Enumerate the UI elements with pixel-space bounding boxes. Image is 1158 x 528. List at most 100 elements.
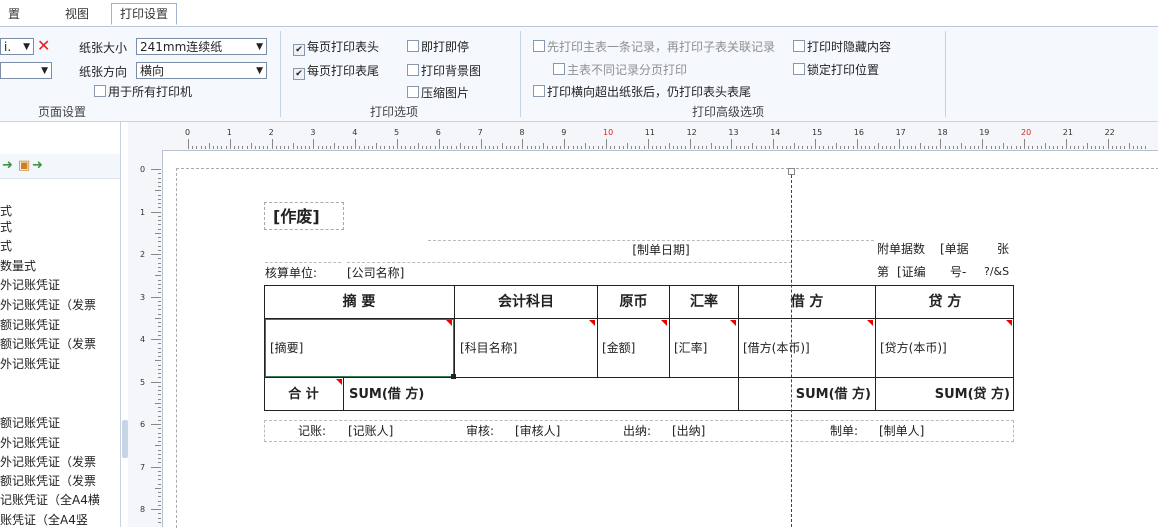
ruler-number: 4 bbox=[140, 335, 146, 344]
total-debit-field[interactable]: SUM(借 方) bbox=[739, 378, 871, 411]
template-list-item[interactable]: 账凭证（全A4竖 bbox=[0, 511, 88, 528]
cashier-field[interactable]: [出纳] bbox=[672, 421, 772, 441]
ruler-tick bbox=[522, 139, 524, 149]
tab-settings[interactable]: 置 bbox=[0, 4, 28, 24]
compress-image-label: 压缩图片 bbox=[421, 86, 470, 100]
ruler-tick bbox=[534, 146, 536, 149]
org-name-field[interactable]: [公司名称] bbox=[347, 262, 792, 283]
ruler-tick bbox=[672, 146, 674, 149]
template-list-item[interactable]: 式 bbox=[0, 237, 12, 254]
rate-field[interactable]: [汇率] bbox=[674, 319, 737, 377]
debit-field[interactable]: [借方(本币)] bbox=[743, 319, 874, 377]
close-icon[interactable]: ✕ bbox=[37, 36, 50, 55]
tab-view[interactable]: 视图 bbox=[57, 4, 97, 24]
template-list-item[interactable]: 外记账凭证 bbox=[0, 276, 60, 293]
guide-handle[interactable] bbox=[788, 168, 795, 175]
ruler-tick bbox=[823, 146, 825, 149]
ruler-tick bbox=[1032, 146, 1034, 149]
template-list-item[interactable]: 额记账凭证 bbox=[0, 316, 60, 333]
template-list-item[interactable]: 记账凭证（全A4横 bbox=[0, 491, 100, 508]
ruler-number: 8 bbox=[519, 128, 525, 137]
ruler-tick bbox=[1145, 146, 1147, 149]
bookkeeper-field[interactable]: [记账人] bbox=[348, 421, 448, 441]
expression-marker-icon bbox=[730, 320, 736, 326]
ruler-tick bbox=[1120, 146, 1122, 149]
template-list-item[interactable]: 外记账凭证（发票 bbox=[0, 453, 96, 470]
ruler-tick bbox=[158, 436, 161, 438]
total-amount-text[interactable]: SUM(借 方) bbox=[349, 378, 549, 411]
ruler-tick bbox=[576, 146, 578, 149]
partial-select[interactable]: i. ▼ bbox=[0, 38, 34, 55]
maker-field[interactable]: [制单人] bbox=[879, 421, 999, 441]
auditor-label: 审核: bbox=[466, 424, 495, 438]
ruler-tick bbox=[743, 146, 745, 149]
ruler-tick bbox=[158, 385, 161, 387]
template-list-item[interactable]: 式 bbox=[0, 202, 12, 219]
ruler-tick bbox=[155, 360, 161, 362]
ruler-tick bbox=[831, 146, 833, 149]
footer-each-page-checkbox[interactable]: ✔ 每页打印表尾 bbox=[293, 62, 379, 80]
ruler-tick bbox=[1003, 143, 1005, 149]
ruler-tick bbox=[158, 411, 161, 413]
ruler-tick bbox=[151, 339, 161, 340]
no-page-split-checkbox[interactable]: 主表不同记录分页打印 bbox=[553, 61, 687, 78]
ruler-tick bbox=[923, 146, 925, 149]
paper-direction-select[interactable]: 横向 ▼ bbox=[136, 62, 267, 79]
make-date-field[interactable]: [制单日期] bbox=[428, 240, 874, 258]
ruler-tick bbox=[689, 139, 691, 149]
tab-print-settings[interactable]: 打印设置 bbox=[111, 3, 178, 25]
auditor-field[interactable]: [审核人] bbox=[515, 421, 591, 441]
secondary-select[interactable]: ▼ bbox=[0, 62, 52, 79]
all-printers-label: 用于所有打印机 bbox=[108, 85, 193, 99]
footer-each-page-label: 每页打印表尾 bbox=[307, 64, 380, 78]
voucher-number-tail[interactable]: ?/&S bbox=[984, 262, 1014, 282]
summary-field[interactable]: [摘要] bbox=[270, 319, 450, 377]
import-icon[interactable]: ➜ bbox=[32, 158, 43, 173]
void-stamp[interactable]: [作废] bbox=[264, 202, 344, 230]
ruler-tick bbox=[877, 143, 879, 149]
ruler-tick bbox=[1011, 146, 1013, 149]
ruler-tick bbox=[647, 139, 649, 149]
ruler-tick bbox=[158, 407, 161, 408]
ruler-tick bbox=[978, 146, 980, 149]
paper-direction-label: 纸张方向 bbox=[79, 65, 128, 79]
print-background-checkbox[interactable]: 打印背景图 bbox=[407, 62, 481, 79]
voucher-number-field[interactable]: [证编 bbox=[897, 262, 939, 282]
hide-content-checkbox[interactable]: 打印时隐藏内容 bbox=[793, 38, 891, 55]
ruler-tick bbox=[342, 146, 344, 149]
paper-size-label: 纸张大小 bbox=[79, 41, 128, 55]
checkbox-icon bbox=[94, 85, 106, 97]
all-printers-checkbox[interactable]: 用于所有打印机 bbox=[94, 83, 192, 100]
overflow-header-checkbox[interactable]: 打印横向超出纸张后，仍打印表头表尾 bbox=[533, 83, 751, 100]
amount-field[interactable]: [金额] bbox=[602, 319, 668, 377]
credit-field[interactable]: [贷方(本币)] bbox=[880, 319, 1013, 377]
ruler-tick bbox=[158, 186, 161, 187]
template-list-item[interactable]: 额记账凭证（发票 bbox=[0, 472, 96, 489]
print-stop-checkbox[interactable]: 即打即停 bbox=[407, 38, 469, 55]
ruler-tick bbox=[1044, 143, 1046, 149]
compress-image-checkbox[interactable]: 压缩图片 bbox=[407, 84, 469, 101]
template-list-item[interactable]: 额记账凭证（发票 bbox=[0, 335, 96, 352]
checkbox-icon bbox=[407, 86, 419, 98]
ruler-tick bbox=[748, 146, 750, 149]
lock-position-checkbox[interactable]: 锁定打印位置 bbox=[793, 61, 879, 78]
total-credit-field[interactable]: SUM(贷 方) bbox=[876, 378, 1010, 411]
ruler-tick bbox=[158, 326, 161, 328]
template-list-item[interactable]: 额记账凭证 bbox=[0, 414, 60, 431]
template-list-item[interactable]: 外记账凭证 bbox=[0, 355, 60, 372]
ruler-number: 2 bbox=[140, 250, 146, 259]
export-icon[interactable]: ▣ bbox=[18, 158, 30, 173]
master-first-checkbox[interactable]: 先打印主表一条记录，再打印子表关联记录 bbox=[533, 38, 775, 55]
ruler-tick bbox=[472, 146, 474, 149]
template-list-item[interactable]: 外记账凭证（发票 bbox=[0, 296, 96, 313]
template-list-item[interactable]: 外记账凭证 bbox=[0, 434, 60, 451]
attachment-count-field[interactable]: [单据 bbox=[940, 240, 982, 258]
template-list-item[interactable]: 数量式 bbox=[0, 257, 36, 274]
ruler-tick bbox=[840, 146, 842, 149]
refresh-icon[interactable]: ➜ bbox=[2, 158, 13, 173]
ruler-tick bbox=[585, 143, 587, 149]
template-list-item[interactable]: 式 bbox=[0, 218, 12, 235]
header-each-page-checkbox[interactable]: ✔ 每页打印表头 bbox=[293, 38, 379, 56]
paper-size-select[interactable]: 241mm连续纸 ▼ bbox=[136, 38, 267, 55]
account-name-field[interactable]: [科目名称] bbox=[460, 319, 595, 377]
